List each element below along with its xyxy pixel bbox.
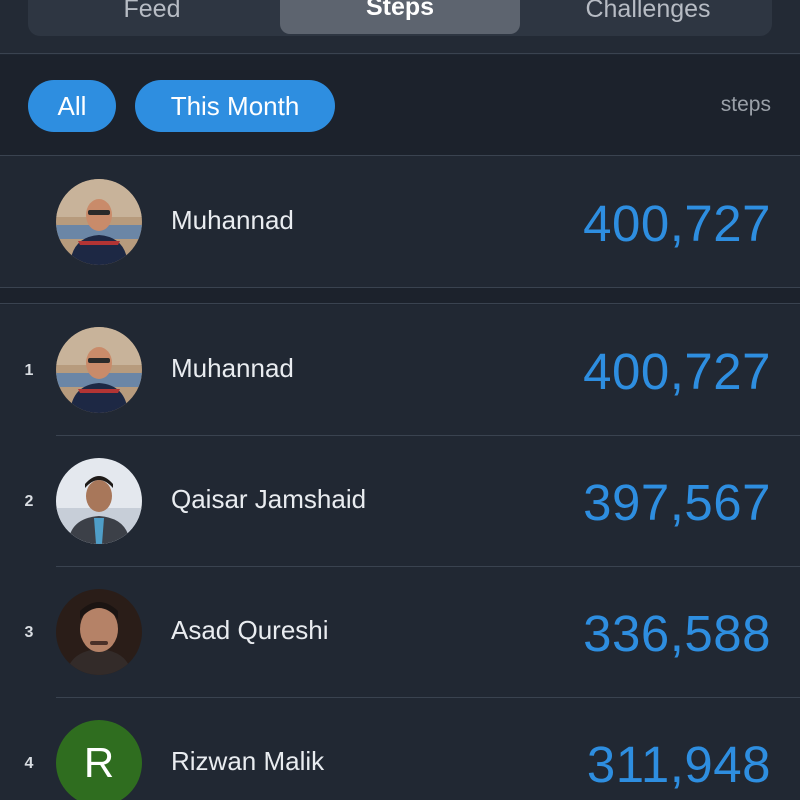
avatar bbox=[56, 458, 142, 544]
segment-bar: Feed Steps Challenges bbox=[0, 0, 800, 54]
user-name: Qaisar Jamshaid bbox=[171, 484, 367, 514]
tab-challenges[interactable]: Challenges bbox=[528, 0, 768, 36]
filter-all-button[interactable]: All bbox=[28, 80, 116, 132]
section-gap bbox=[0, 288, 800, 304]
step-count: 400,727 bbox=[583, 343, 771, 400]
unit-label: steps bbox=[720, 93, 771, 116]
filter-bar: All This Month steps bbox=[0, 55, 800, 155]
leaderboard-row[interactable]: 4 R Rizwan Malik 311,948 bbox=[0, 698, 800, 800]
user-name: Rizwan Malik bbox=[171, 746, 325, 776]
man-portrait-photo-icon bbox=[56, 589, 142, 675]
avatar bbox=[56, 327, 142, 413]
rank-number: 1 bbox=[24, 362, 34, 379]
leaderboard-row[interactable]: 3 Asad Qureshi 336,588 bbox=[0, 567, 800, 698]
tab-steps[interactable]: Steps bbox=[280, 0, 520, 34]
avatar bbox=[56, 589, 142, 675]
user-name: Muhannad bbox=[171, 353, 294, 383]
user-name: Asad Qureshi bbox=[171, 615, 329, 645]
leaderboard-row[interactable]: 1 Muhannad 400,727 bbox=[0, 305, 800, 436]
avatar bbox=[56, 179, 142, 265]
segmented-control: Feed Steps Challenges bbox=[28, 0, 772, 36]
leaderboard-row[interactable]: 2 Qaisar Jamshaid 397,567 bbox=[0, 436, 800, 567]
step-count: 311,948 bbox=[586, 736, 771, 793]
man-with-glasses-photo-icon bbox=[56, 179, 142, 265]
rank-number: 2 bbox=[24, 493, 34, 510]
rank-number: 4 bbox=[24, 755, 34, 772]
initial-avatar-letter: R bbox=[56, 720, 142, 800]
tab-feed[interactable]: Feed bbox=[32, 0, 272, 36]
man-outdoors-photo-icon bbox=[56, 458, 142, 544]
current-user-row[interactable]: Muhannad 400,727 bbox=[0, 155, 800, 288]
current-user-name: Muhannad bbox=[171, 205, 294, 235]
step-count: 336,588 bbox=[583, 605, 771, 662]
man-with-glasses-photo-icon bbox=[56, 327, 142, 413]
rank-number: 3 bbox=[24, 624, 34, 641]
avatar: R bbox=[56, 720, 142, 800]
leaderboard-screen: Feed Steps Challenges All This Month ste… bbox=[0, 0, 800, 800]
filter-this-month-button[interactable]: This Month bbox=[135, 80, 335, 132]
current-user-steps: 400,727 bbox=[583, 195, 771, 252]
step-count: 397,567 bbox=[583, 474, 771, 531]
